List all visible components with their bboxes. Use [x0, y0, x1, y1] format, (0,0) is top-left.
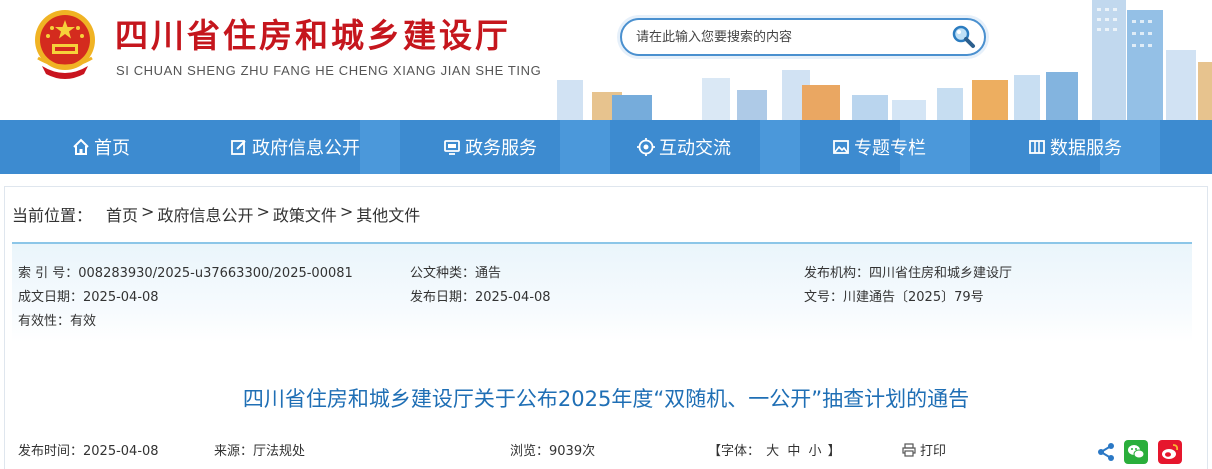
nav-item-label: 政府信息公开 [252, 138, 360, 159]
breadcrumb-link-other[interactable]: 其他文件 [356, 202, 420, 226]
article-title: 四川省住房和城乡建设厅关于公布2025年度“双随机、一公开”抽查计划的通告 [242, 387, 970, 411]
source-label: 来源： [214, 444, 254, 459]
meta-publish-date: 发布日期：2025-04-08 [410, 286, 551, 305]
printer-icon [902, 442, 916, 457]
meta-publish-date-label: 发布日期： [410, 290, 476, 305]
share-icon [1098, 443, 1114, 461]
site-pinyin-subtitle: SI CHUAN SHENG ZHU FANG HE CHENG XIANG J… [116, 63, 542, 78]
nav-item-label: 互动交流 [659, 138, 731, 159]
columns-icon [1029, 140, 1045, 154]
font-size-label: 【字体： [708, 444, 761, 459]
image-icon [833, 140, 849, 154]
article-source: 来源：厅法规处 [214, 440, 305, 459]
wechat-share-button[interactable] [1124, 440, 1148, 464]
print-button[interactable]: 打印 [902, 440, 946, 459]
meta-doc-number: 文号：川建通告〔2025〕79号 [804, 286, 984, 305]
share-button[interactable] [1094, 440, 1118, 464]
nav-item-special-topics[interactable]: 专题专栏 [832, 120, 926, 174]
interaction-icon [637, 138, 655, 156]
meta-index-label: 索 引 号： [18, 266, 79, 281]
wechat-icon [1124, 440, 1148, 464]
meta-validity: 有效性：有效 [18, 310, 96, 329]
meta-index: 索 引 号：008283930/2025-u37663300/2025-0008… [18, 262, 353, 281]
font-size-bracket: 】 [827, 444, 841, 459]
search-box [620, 18, 986, 56]
views-label: 浏览： [510, 444, 550, 459]
meta-index-value: 008283930/2025-u37663300/2025-00081 [78, 266, 353, 281]
meta-publisher-value: 四川省住房和城乡建设厅 [869, 266, 1013, 281]
views-value: 9039次 [549, 444, 596, 459]
nav-item-label: 数据服务 [1050, 138, 1122, 159]
font-size-switcher: 【字体： 大 中 小 】 [708, 440, 841, 459]
breadcrumb-separator: > [339, 202, 354, 221]
national-emblem-logo [35, 10, 95, 79]
font-size-medium-button[interactable]: 中 [787, 444, 800, 459]
article-views: 浏览：9039次 [510, 440, 595, 459]
meta-validity-label: 有效性： [18, 314, 71, 329]
document-meta-box: 索 引 号：008283930/2025-u37663300/2025-0008… [12, 242, 1192, 342]
font-size-small-button[interactable]: 小 [808, 444, 821, 459]
breadcrumb-link-gov-info[interactable]: 政府信息公开 [157, 202, 253, 226]
weibo-share-button[interactable] [1158, 440, 1182, 464]
breadcrumb-separator: > [141, 202, 155, 221]
edit-icon [231, 140, 246, 155]
source-value: 厅法规处 [253, 444, 306, 459]
search-input[interactable] [636, 27, 946, 47]
site-header: 四川省住房和城乡建设厅 SI CHUAN SHENG ZHU FANG HE C… [0, 0, 1212, 120]
home-icon [73, 138, 89, 155]
nav-item-interaction[interactable]: 互动交流 [637, 120, 731, 174]
nav-item-label: 专题专栏 [854, 138, 926, 159]
nav-item-label: 首页 [94, 138, 130, 159]
meta-doc-type-label: 公文种类： [410, 266, 476, 281]
breadcrumb: 当前位置： 首页 > 政府信息公开 > 政策文件 > 其他文件 [12, 202, 420, 226]
article-publish-time: 发布时间：2025-04-08 [18, 440, 159, 459]
meta-publish-date-value: 2025-04-08 [475, 290, 551, 305]
meta-doc-type: 公文种类：通告 [410, 262, 501, 281]
breadcrumb-label: 当前位置： [12, 206, 93, 225]
meta-doc-number-value: 川建通告〔2025〕79号 [843, 290, 984, 305]
meta-validity-value: 有效 [70, 314, 97, 329]
nav-item-gov-info[interactable]: 政府信息公开 [230, 120, 360, 174]
nav-item-data-service[interactable]: 数据服务 [1028, 120, 1122, 174]
meta-publisher: 发布机构：四川省住房和城乡建设厅 [804, 262, 1012, 281]
nav-item-gov-service[interactable]: 政务服务 [443, 120, 537, 174]
main-navigation: 首页 政府信息公开 政务服务 互动交流 专题专栏 数据服务 [0, 120, 1212, 174]
magnifier-icon [952, 25, 975, 48]
search-button[interactable] [948, 22, 978, 52]
publish-time-label: 发布时间： [18, 444, 84, 459]
weibo-icon [1158, 440, 1182, 464]
meta-written-date: 成文日期：2025-04-08 [18, 286, 159, 305]
meta-written-date-label: 成文日期： [18, 290, 84, 305]
meta-doc-type-value: 通告 [475, 266, 502, 281]
breadcrumb-link-home[interactable]: 首页 [106, 202, 138, 226]
monitor-icon [444, 140, 460, 155]
nav-item-label: 政务服务 [465, 138, 537, 159]
breadcrumb-link-policy[interactable]: 政策文件 [273, 202, 337, 226]
meta-written-date-value: 2025-04-08 [83, 290, 159, 305]
meta-publisher-label: 发布机构： [804, 266, 870, 281]
publish-time-value: 2025-04-08 [83, 444, 159, 459]
breadcrumb-separator: > [256, 202, 270, 221]
meta-doc-number-label: 文号： [804, 290, 844, 305]
print-label: 打印 [920, 444, 947, 459]
nav-item-home[interactable]: 首页 [72, 120, 130, 174]
site-title: 四川省住房和城乡建设厅 [115, 16, 511, 55]
font-size-large-button[interactable]: 大 [766, 444, 779, 459]
